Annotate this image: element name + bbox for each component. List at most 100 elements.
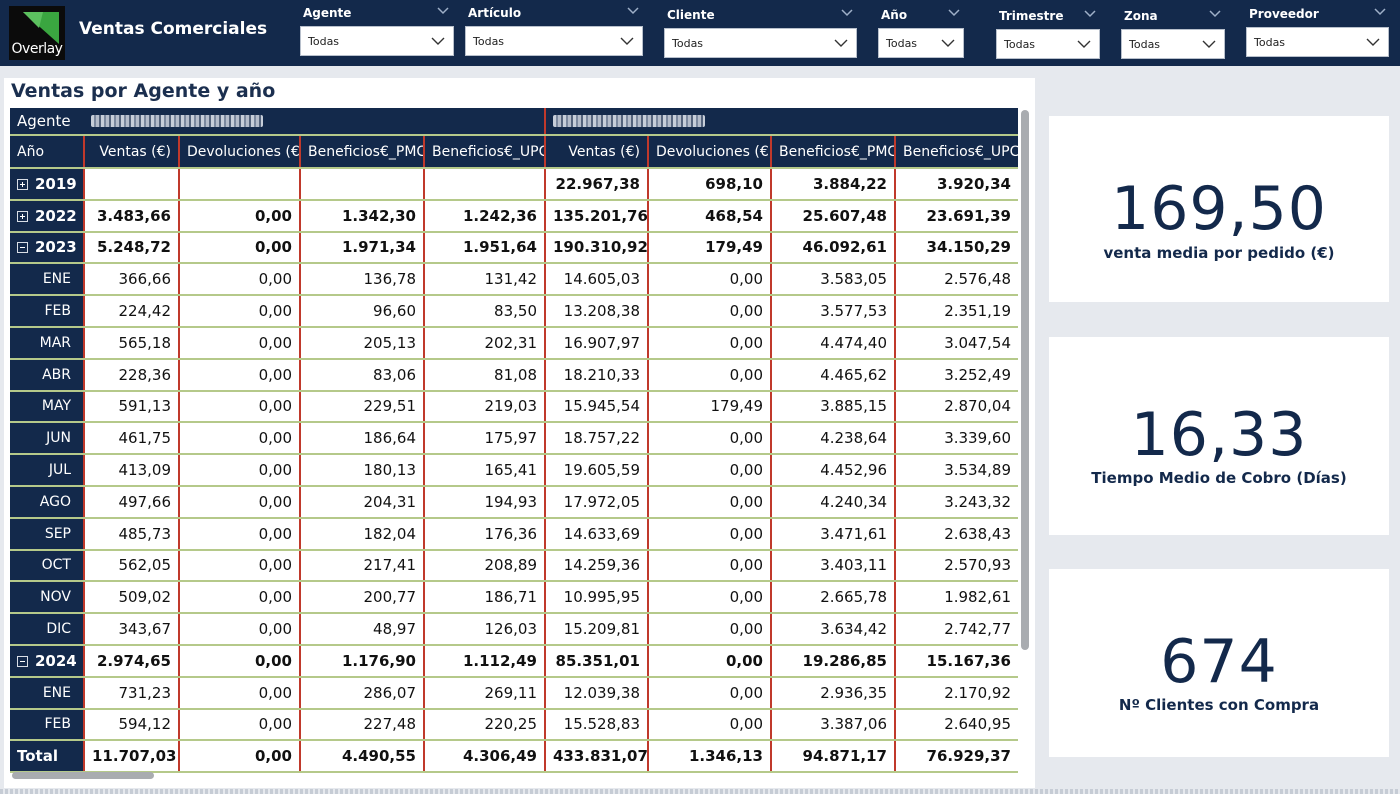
matrix-cell: 3.387,06 bbox=[771, 708, 896, 742]
agent-name-redacted[interactable] bbox=[84, 108, 546, 136]
matrix-cell bbox=[300, 168, 425, 201]
total-label: Total bbox=[10, 740, 84, 774]
articulo-dropdown[interactable]: Todas bbox=[465, 26, 643, 56]
cliente-dropdown[interactable]: Todas bbox=[664, 28, 857, 58]
matrix-cell: 698,10 bbox=[648, 168, 772, 201]
app-title: Ventas Comerciales bbox=[79, 19, 268, 39]
matrix-cell: 208,89 bbox=[424, 549, 546, 583]
matrix-cell: 0,00 bbox=[179, 644, 301, 678]
collapse-icon[interactable] bbox=[17, 242, 28, 254]
year-row-header[interactable]: 2019 bbox=[10, 168, 84, 201]
year-label: 2022 bbox=[35, 206, 77, 225]
matrix-cell: 5.248,72 bbox=[83, 231, 180, 265]
month-row: AGO 497,66 0,00 204,31 194,93 17.972,05 0,00 4.… bbox=[10, 485, 1018, 519]
chevron-down-icon bbox=[431, 37, 445, 45]
chevron-down-icon[interactable] bbox=[627, 6, 639, 16]
month-row: DIC 343,67 0,00 48,97 126,03 15.209,81 0,00 3.6… bbox=[10, 613, 1018, 646]
vertical-scrollbar[interactable] bbox=[1021, 110, 1029, 650]
month-row: SEP 485,73 0,00 182,04 176,36 14.633,69 0,00 3.… bbox=[10, 517, 1018, 551]
chevron-down-icon[interactable] bbox=[1209, 9, 1221, 19]
matrix-cell: 15.167,36 bbox=[895, 644, 1018, 678]
matrix-panel: Ventas por Agente y año Agente Año Venta… bbox=[4, 78, 1035, 788]
matrix-cell: 0,00 bbox=[179, 199, 301, 233]
expand-icon[interactable] bbox=[17, 178, 28, 190]
matrix-cell: 1.971,34 bbox=[300, 231, 425, 265]
matrix-cell: 0,00 bbox=[648, 708, 772, 742]
matrix-cell: 4.490,55 bbox=[300, 740, 425, 774]
matrix-cell: 3.243,32 bbox=[895, 485, 1018, 519]
matrix-cell: 15.209,81 bbox=[545, 613, 649, 646]
column-header[interactable]: Devoluciones (€) bbox=[179, 135, 301, 169]
matrix-cell: 0,00 bbox=[179, 581, 301, 615]
matrix-cell: 190.310,92 bbox=[545, 231, 649, 265]
year-row-header[interactable]: 2024 bbox=[10, 644, 84, 678]
trimestre-dropdown[interactable]: Todas bbox=[996, 29, 1100, 59]
month-label: JUN bbox=[10, 422, 84, 456]
chevron-down-icon bbox=[620, 37, 634, 45]
redacted-text bbox=[553, 115, 705, 127]
month-row: ENE 366,66 0,00 136,78 131,42 14.605,03 0,00 3.… bbox=[10, 263, 1018, 297]
matrix-cell: 3.634,42 bbox=[771, 613, 896, 646]
matrix-cell: 136,78 bbox=[300, 263, 425, 297]
matrix-cell: 14.605,03 bbox=[545, 263, 649, 297]
matrix-cell: 3.483,66 bbox=[83, 199, 180, 233]
chevron-down-icon[interactable] bbox=[948, 8, 960, 18]
month-label: ABR bbox=[10, 358, 84, 392]
column-header[interactable]: Ventas (€) bbox=[545, 135, 649, 169]
logo-text: Overlay bbox=[11, 41, 63, 57]
matrix-cell: 3.047,54 bbox=[895, 326, 1018, 360]
expand-icon[interactable] bbox=[17, 210, 28, 222]
month-row: NOV 509,02 0,00 200,77 186,71 10.995,95 0,00 2.… bbox=[10, 581, 1018, 615]
matrix-cell: 200,77 bbox=[300, 581, 425, 615]
matrix-cell: 2.351,19 bbox=[895, 295, 1018, 328]
matrix-cell: 2.576,48 bbox=[895, 263, 1018, 297]
year-label: 2024 bbox=[35, 651, 77, 670]
kpi-label: venta media por pedido (€) bbox=[1103, 244, 1335, 262]
kpi-label: Nº Clientes con Compra bbox=[1118, 696, 1320, 714]
year-row-header[interactable]: 2022 bbox=[10, 199, 84, 233]
month-label: DIC bbox=[10, 613, 84, 646]
column-header[interactable]: Devoluciones (€) bbox=[648, 135, 772, 169]
chevron-down-icon[interactable] bbox=[841, 8, 853, 18]
collapse-icon[interactable] bbox=[17, 655, 28, 667]
column-header[interactable]: Ventas (€) bbox=[83, 135, 180, 169]
column-header[interactable]: Beneficios€_UPC bbox=[424, 135, 546, 169]
proveedor-dropdown[interactable]: Todas bbox=[1246, 27, 1389, 57]
matrix-cell: 0,00 bbox=[179, 390, 301, 424]
chevron-down-icon[interactable] bbox=[437, 6, 449, 16]
agent-name-redacted[interactable] bbox=[545, 108, 1018, 136]
matrix-cell: 0,00 bbox=[179, 517, 301, 551]
matrix-cell: 0,00 bbox=[648, 358, 772, 392]
matrix-cell: 0,00 bbox=[179, 295, 301, 328]
matrix-cell: 0,00 bbox=[648, 581, 772, 615]
column-header[interactable]: Beneficios€_PMC bbox=[300, 135, 425, 169]
month-label: OCT bbox=[10, 549, 84, 583]
filter-label: Agente bbox=[303, 6, 352, 20]
year-row: 2022 3.483,66 0,00 1.342,30 1.242,36 135.201,… bbox=[10, 199, 1018, 233]
matrix-cell: 10.995,95 bbox=[545, 581, 649, 615]
matrix-cell: 1.242,36 bbox=[424, 199, 546, 233]
ano-dropdown[interactable]: Todas bbox=[878, 28, 964, 58]
column-header[interactable]: Beneficios€_PMC bbox=[771, 135, 896, 169]
chevron-down-icon bbox=[1202, 40, 1216, 48]
matrix-cell: 0,00 bbox=[648, 613, 772, 646]
matrix-cell: 0,00 bbox=[179, 326, 301, 360]
month-row: JUL 413,09 0,00 180,13 165,41 19.605,59 0,00 4.… bbox=[10, 454, 1018, 487]
dropdown-value: Todas bbox=[1004, 38, 1036, 51]
month-row: OCT 562,05 0,00 217,41 208,89 14.259,36 0,00 3.… bbox=[10, 549, 1018, 583]
horizontal-scrollbar[interactable] bbox=[12, 772, 154, 779]
month-label: ENE bbox=[10, 263, 84, 297]
chevron-down-icon[interactable] bbox=[1084, 9, 1096, 19]
matrix-cell: 2.170,92 bbox=[895, 676, 1018, 710]
matrix-cell: 94.871,17 bbox=[771, 740, 896, 774]
agente-dropdown[interactable]: Todas bbox=[300, 26, 454, 56]
matrix-cell: 18.210,33 bbox=[545, 358, 649, 392]
dropdown-value: Todas bbox=[672, 37, 704, 50]
matrix-cell: 269,11 bbox=[424, 676, 546, 710]
matrix-cell: 182,04 bbox=[300, 517, 425, 551]
matrix-cell: 2.570,93 bbox=[895, 549, 1018, 583]
chevron-down-icon[interactable] bbox=[1374, 7, 1386, 17]
column-header[interactable]: Beneficios€_UPC bbox=[895, 135, 1018, 169]
zona-dropdown[interactable]: Todas bbox=[1121, 29, 1225, 59]
year-row-header[interactable]: 2023 bbox=[10, 231, 84, 265]
